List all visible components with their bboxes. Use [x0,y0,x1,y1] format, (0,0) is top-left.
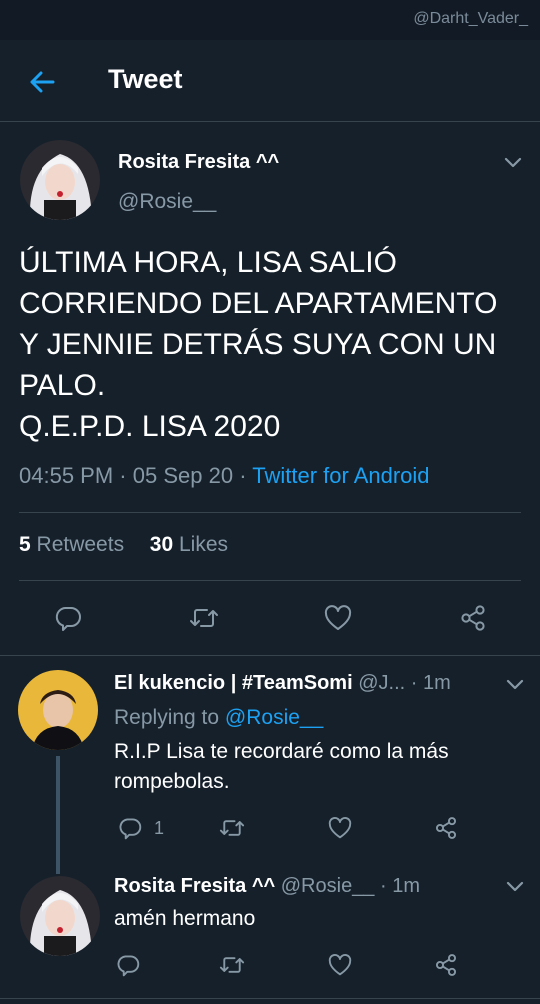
likes-count: 30 [149,533,174,556]
tweet-age: 1m [392,875,421,897]
retweet-icon [219,820,245,836]
chevron-down-icon[interactable] [505,678,525,692]
like-button[interactable] [318,598,358,638]
reply-header: Rosita Fresita ^^ @Rosie__ · 1m [114,875,420,898]
reply-icon [117,955,140,977]
tweet-text: ÚLTIMA HORA, LISA SALIÓ CORRIENDO DEL AP… [19,246,498,443]
divider [19,512,521,513]
replying-to-handle[interactable]: @Rosie__ [225,706,323,729]
reply-button[interactable] [114,812,146,844]
author-name[interactable]: El kukencio | #TeamSomi [114,672,353,694]
reply-button[interactable] [112,949,144,981]
like-button[interactable] [324,949,356,981]
share-icon [461,605,485,631]
top-app-bar: Tweet [0,40,540,122]
retweets-count: 5 [19,533,31,556]
arrow-left-icon [30,71,55,93]
tweet-meta: 04:55 PM · 05 Sep 20 · Twitter for Andro… [19,463,430,489]
divider [0,655,540,656]
share-button[interactable] [453,598,493,638]
heart-icon [328,954,352,976]
author-name[interactable]: Rosita Fresita ^^ [114,875,275,897]
author-handle[interactable]: @Rosie__ [281,875,375,897]
reply-icon [55,607,81,631]
avatar[interactable] [20,140,100,220]
like-button[interactable] [324,812,356,844]
likes-label: Likes [178,533,228,556]
retweets-label: Retweets [36,533,125,556]
divider [0,998,540,999]
back-button[interactable] [22,62,62,102]
share-button[interactable] [430,812,462,844]
thread-connector [56,756,60,874]
meta-separator: · [239,463,247,488]
divider [19,580,521,581]
replying-to-prefix: Replying to [114,706,220,729]
avatar[interactable] [20,876,100,956]
retweet-button[interactable] [216,949,248,981]
retweet-button[interactable] [216,812,248,844]
tweet-source-link[interactable]: Twitter for Android [252,463,429,488]
share-icon [435,954,457,976]
reply-header: El kukencio | #TeamSomi @J... · 1m [114,672,451,695]
heart-icon [328,817,352,839]
likes-stat[interactable]: 30 Likes [150,533,228,556]
author-handle[interactable]: @J... [358,672,405,694]
avatar[interactable] [18,670,98,750]
reply-text: amén hermano [114,907,256,930]
author-handle[interactable]: @Rosie__ [118,190,216,214]
reply-count: 1 [154,818,165,838]
page-title: Tweet [108,64,183,94]
reply-text: R.I.P Lisa te recordaré como la más romp… [114,740,449,793]
replying-to: Replying to @Rosie__ [114,706,323,730]
tweet-date: 05 Sep 20 [132,463,234,488]
chevron-down-icon[interactable] [505,880,525,894]
heart-icon [324,605,352,630]
share-icon [435,817,457,839]
time-separator: · [380,875,387,897]
retweet-button[interactable] [184,598,224,638]
tweet-time: 04:55 PM [19,463,114,488]
retweet-icon [190,609,218,627]
retweet-icon [219,957,245,973]
reply-icon [119,818,142,840]
reply-button[interactable] [48,598,88,638]
share-button[interactable] [430,949,462,981]
time-separator: · [410,672,418,694]
meta-separator: · [119,463,127,488]
chevron-down-icon[interactable] [503,156,523,170]
tweet-stats: 5 Retweets 30 Likes [19,533,228,557]
tweet-age: 1m [423,672,451,694]
watermark: @Darht_Vader_ [413,10,528,27]
retweets-stat[interactable]: 5 Retweets [19,533,130,556]
status-bar: @Darht_Vader_ [0,0,540,40]
author-name[interactable]: Rosita Fresita ^^ [118,151,279,174]
